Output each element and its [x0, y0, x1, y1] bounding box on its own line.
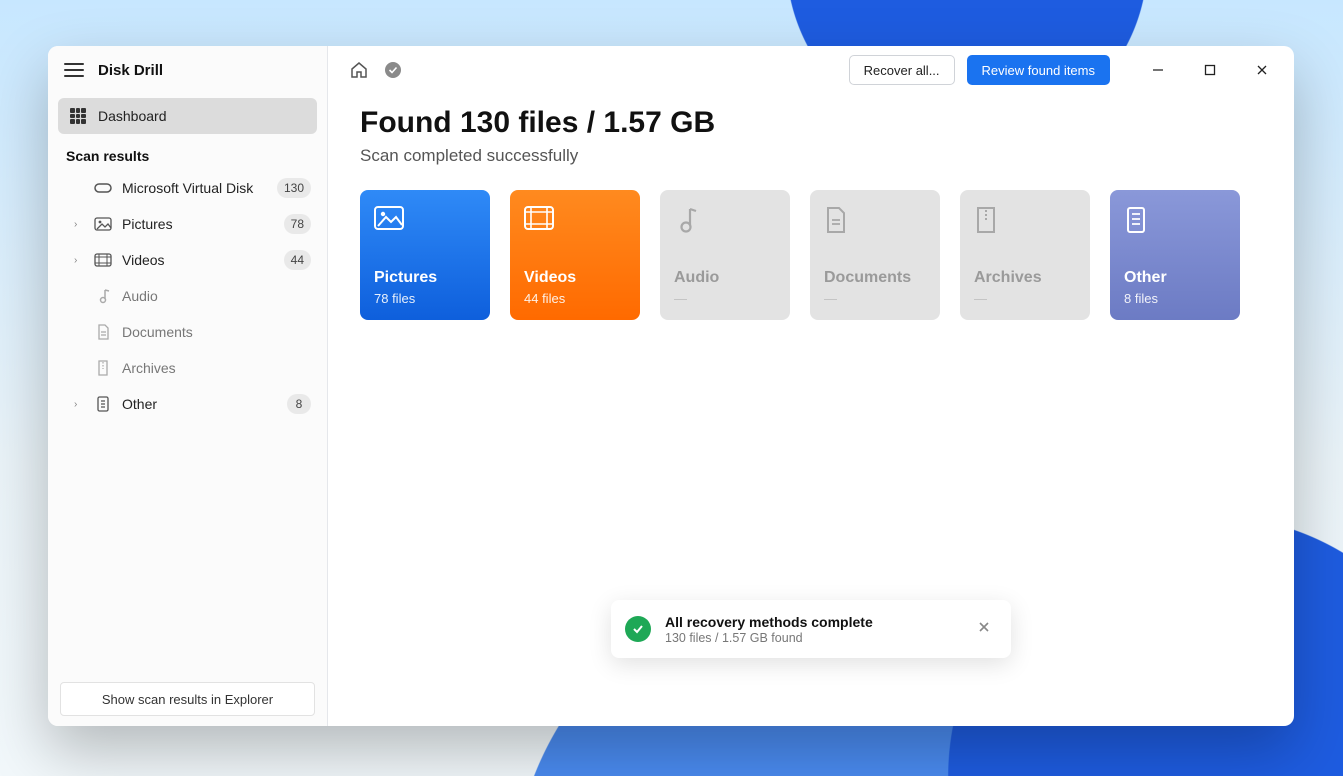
sidebar-item-audio[interactable]: Audio: [54, 278, 321, 314]
other-icon: [94, 395, 112, 413]
menu-icon[interactable]: [64, 63, 84, 77]
content-area: Found 130 files / 1.57 GB Scan completed…: [328, 94, 1294, 332]
count-badge: 44: [284, 250, 311, 270]
sidebar-item-disk[interactable]: Microsoft Virtual Disk 130: [54, 170, 321, 206]
sidebar-item-label: Other: [122, 396, 277, 412]
show-in-explorer-button[interactable]: Show scan results in Explorer: [60, 682, 315, 716]
success-check-icon: [625, 616, 651, 642]
sidebar-item-label: Pictures: [122, 216, 274, 232]
sidebar-section-label: Scan results: [48, 138, 327, 170]
document-icon: [94, 323, 112, 341]
sidebar-item-label: Microsoft Virtual Disk: [122, 180, 267, 196]
audio-icon: [94, 287, 112, 305]
other-icon: [1124, 206, 1226, 236]
sidebar-item-label: Videos: [122, 252, 274, 268]
status-check-icon[interactable]: [382, 59, 404, 81]
category-cards: Pictures 78 files Videos 44 files Audio …: [360, 190, 1262, 320]
card-title: Videos: [524, 269, 626, 287]
card-documents: Documents —: [810, 190, 940, 320]
toast-title: All recovery methods complete: [665, 614, 957, 630]
home-icon[interactable]: [348, 59, 370, 81]
nav-dashboard-label: Dashboard: [98, 108, 167, 124]
toast-text: All recovery methods complete 130 files …: [665, 614, 957, 645]
card-audio: Audio —: [660, 190, 790, 320]
app-window: Disk Drill Dashboard Scan results Micros…: [48, 46, 1294, 726]
completion-toast: All recovery methods complete 130 files …: [611, 600, 1011, 658]
minimize-icon[interactable]: [1136, 55, 1180, 85]
card-title: Documents: [824, 269, 926, 287]
disk-icon: [94, 179, 112, 197]
titlebar: Recover all... Review found items: [328, 46, 1294, 94]
recover-all-button[interactable]: Recover all...: [849, 55, 955, 85]
sidebar-item-label: Audio: [122, 288, 311, 304]
app-title: Disk Drill: [98, 62, 163, 79]
card-subtitle: 78 files: [374, 291, 476, 306]
sidebar-item-label: Documents: [122, 324, 311, 340]
document-icon: [824, 206, 926, 236]
card-other[interactable]: Other 8 files: [1110, 190, 1240, 320]
toast-subtitle: 130 files / 1.57 GB found: [665, 631, 957, 645]
card-subtitle: 8 files: [1124, 291, 1226, 306]
card-title: Archives: [974, 269, 1076, 287]
card-subtitle: 44 files: [524, 291, 626, 306]
card-subtitle: —: [974, 291, 1076, 306]
sidebar-item-other[interactable]: › Other 8: [54, 386, 321, 422]
card-title: Audio: [674, 269, 776, 287]
close-icon[interactable]: [1240, 55, 1284, 85]
sidebar-item-pictures[interactable]: › Pictures 78: [54, 206, 321, 242]
picture-icon: [374, 206, 476, 236]
sidebar-header: Disk Drill: [48, 46, 327, 94]
card-videos[interactable]: Videos 44 files: [510, 190, 640, 320]
audio-icon: [674, 206, 776, 236]
count-badge: 78: [284, 214, 311, 234]
count-badge: 8: [287, 394, 311, 414]
card-subtitle: —: [674, 291, 776, 306]
maximize-icon[interactable]: [1188, 55, 1232, 85]
video-icon: [94, 251, 112, 269]
count-badge: 130: [277, 178, 311, 198]
dashboard-icon: [70, 108, 86, 124]
toast-close-icon[interactable]: [971, 614, 997, 645]
main-panel: Recover all... Review found items Found …: [328, 46, 1294, 726]
sidebar-item-documents[interactable]: Documents: [54, 314, 321, 350]
card-title: Other: [1124, 269, 1226, 287]
card-archives: Archives —: [960, 190, 1090, 320]
chevron-right-icon: ›: [74, 255, 84, 266]
chevron-right-icon: ›: [74, 399, 84, 410]
summary-headline: Found 130 files / 1.57 GB: [360, 106, 1262, 140]
archive-icon: [974, 206, 1076, 236]
card-title: Pictures: [374, 269, 476, 287]
card-pictures[interactable]: Pictures 78 files: [360, 190, 490, 320]
window-controls: [1136, 55, 1284, 85]
sidebar-tree: Microsoft Virtual Disk 130 › Pictures 78…: [48, 170, 327, 422]
sidebar-item-archives[interactable]: Archives: [54, 350, 321, 386]
sidebar-item-videos[interactable]: › Videos 44: [54, 242, 321, 278]
chevron-right-icon: ›: [74, 219, 84, 230]
summary-subline: Scan completed successfully: [360, 146, 1262, 166]
archive-icon: [94, 359, 112, 377]
card-subtitle: —: [824, 291, 926, 306]
sidebar: Disk Drill Dashboard Scan results Micros…: [48, 46, 328, 726]
nav-dashboard[interactable]: Dashboard: [58, 98, 317, 134]
picture-icon: [94, 215, 112, 233]
video-icon: [524, 206, 626, 236]
review-found-items-button[interactable]: Review found items: [967, 55, 1110, 85]
sidebar-item-label: Archives: [122, 360, 311, 376]
sidebar-footer: Show scan results in Explorer: [48, 672, 327, 726]
